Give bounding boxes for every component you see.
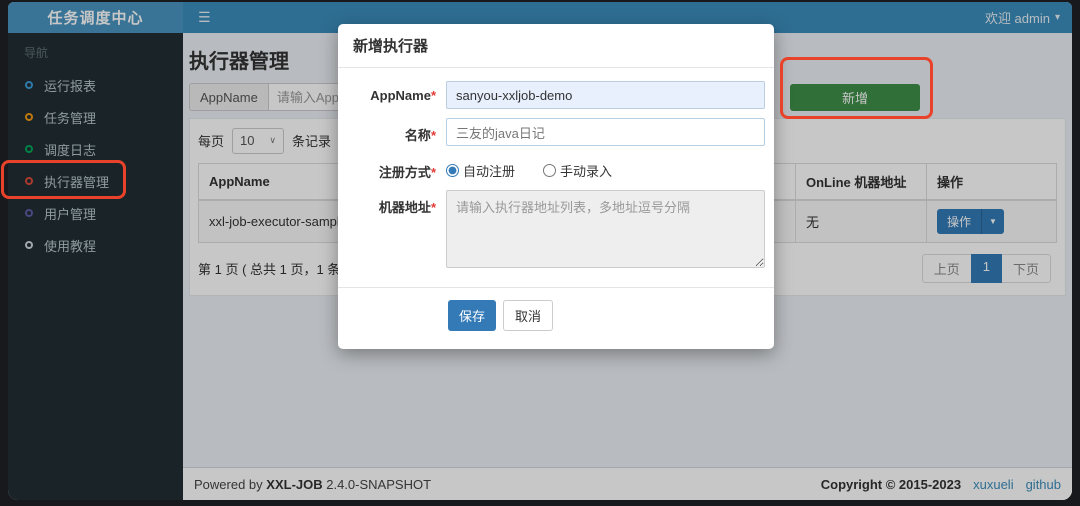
auto-register-radio-input[interactable]: [446, 164, 459, 177]
address-field-row: 机器地址*: [353, 190, 765, 273]
manual-register-radio-input[interactable]: [543, 164, 557, 177]
required-mark: *: [430, 165, 436, 180]
required-mark: *: [430, 200, 436, 215]
appname-field-label: AppName*: [370, 88, 436, 103]
modal-footer: 保存 取消: [338, 287, 774, 349]
save-button[interactable]: 保存: [448, 300, 497, 331]
modal-title: 新增执行器: [338, 24, 774, 68]
cancel-button[interactable]: 取消: [503, 300, 554, 331]
auto-register-radio[interactable]: 自动注册: [446, 160, 515, 181]
register-type-field-label: 注册方式*: [378, 165, 436, 180]
executor-name-input[interactable]: [446, 118, 765, 146]
modal-body: AppName* 名称* 注册方式* 自动注册: [338, 68, 774, 287]
name-field-label: 名称*: [404, 128, 436, 143]
required-mark: *: [430, 128, 436, 143]
appname-input[interactable]: [446, 81, 765, 109]
appname-field-row: AppName*: [353, 81, 765, 109]
add-executor-modal: 新增执行器 AppName* 名称* 注册方式* 自动注册: [338, 24, 774, 349]
name-field-row: 名称*: [353, 118, 765, 146]
app-window: 任务调度中心 ☰ 欢迎 admin ▾ 导航 运行报表 任务管理 调度日志 执行…: [8, 2, 1072, 500]
register-type-field-row: 注册方式* 自动注册 手动录入: [353, 155, 765, 181]
manual-register-radio[interactable]: 手动录入: [543, 160, 612, 181]
machine-address-textarea[interactable]: [446, 190, 765, 268]
address-field-label: 机器地址*: [378, 200, 436, 215]
required-mark: *: [430, 88, 436, 103]
